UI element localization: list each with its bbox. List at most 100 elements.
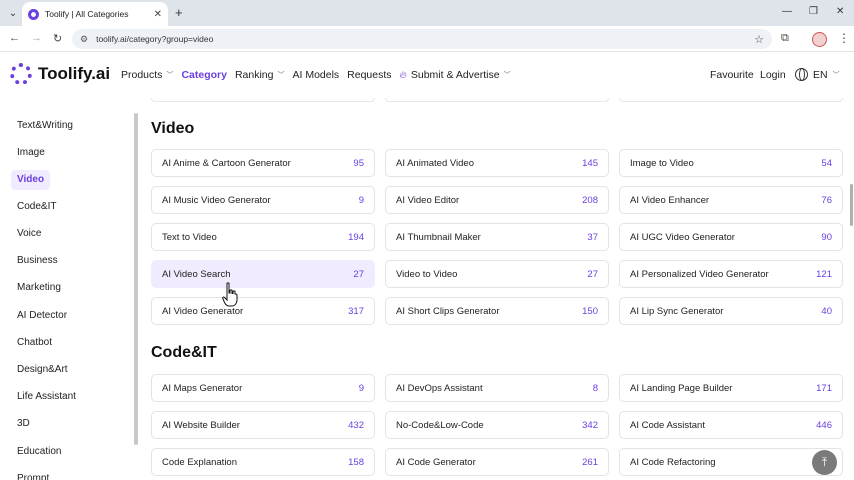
address-bar[interactable]: ⚙ toolify.ai/category?group=video ☆ xyxy=(72,29,772,49)
nav-category[interactable]: Category xyxy=(181,69,227,81)
forward-icon[interactable]: → xyxy=(31,32,42,44)
category-card[interactable]: AI DevOps Assistant 8 xyxy=(385,374,609,402)
previous-card-edge xyxy=(619,98,843,102)
chevron-down-icon: ﹀ xyxy=(166,72,174,79)
category-card[interactable]: AI Website Builder 432 xyxy=(151,411,375,439)
card-label: Image to Video xyxy=(630,157,694,169)
category-sidebar: Text&Writing Image Video Code&IT Voice B… xyxy=(0,98,140,480)
back-to-top-button[interactable]: ⤒ xyxy=(812,450,837,475)
chevron-down-icon: ﹀ xyxy=(503,72,511,79)
toolify-logo-icon[interactable] xyxy=(10,63,32,85)
category-card[interactable]: AI Thumbnail Maker 37 xyxy=(385,223,609,251)
category-card[interactable]: Text to Video 194 xyxy=(151,223,375,251)
nav-submit-advertise[interactable]: 🔥︎ Submit & Advertise ﹀ xyxy=(400,69,511,81)
language-selector[interactable]: EN ﹀ xyxy=(795,68,840,81)
card-count: 8 xyxy=(592,382,598,394)
language-label: EN xyxy=(813,68,828,81)
chevron-down-icon: ﹀ xyxy=(277,72,285,79)
nav-ranking[interactable]: Ranking ﹀ xyxy=(235,69,285,81)
restore-icon[interactable]: ❐ xyxy=(809,6,818,17)
toolify-favicon-icon xyxy=(28,8,39,20)
category-card[interactable]: AI Video Enhancer 76 xyxy=(619,186,843,214)
profile-avatar-icon[interactable] xyxy=(812,32,827,47)
category-card[interactable]: Video to Video 27 xyxy=(385,260,609,288)
section-title-code-it: Code&IT xyxy=(151,344,217,361)
category-card[interactable]: AI Video Editor 208 xyxy=(385,186,609,214)
sidebar-item-education[interactable]: Education xyxy=(11,442,67,462)
sidebar-item-life-assistant[interactable]: Life Assistant xyxy=(11,387,82,407)
card-label: AI DevOps Assistant xyxy=(396,382,483,394)
login-link[interactable]: Login xyxy=(760,69,786,81)
category-card[interactable]: AI Landing Page Builder 171 xyxy=(619,374,843,402)
site-header: Toolify.ai Products ﹀ Category Ranking ﹀ A… xyxy=(0,52,854,98)
category-card[interactable]: AI Code Generator 261 xyxy=(385,448,609,476)
category-card[interactable]: Image to Video 54 xyxy=(619,149,843,177)
category-card[interactable]: AI Anime & Cartoon Generator 95 xyxy=(151,149,375,177)
sidebar-item-ai-detector[interactable]: AI Detector xyxy=(11,306,73,326)
category-card[interactable]: Code Explanation 158 xyxy=(151,448,375,476)
sidebar-item-chatbot[interactable]: Chatbot xyxy=(11,333,58,353)
card-count: 9 xyxy=(358,194,364,206)
browser-tab[interactable]: Toolify | All Categories ✕ xyxy=(22,2,168,26)
favourite-link[interactable]: Favourite xyxy=(710,69,754,81)
sidebar-item-design-art[interactable]: Design&Art xyxy=(11,360,74,380)
category-card[interactable]: AI Music Video Generator 9 xyxy=(151,186,375,214)
card-label: AI Thumbnail Maker xyxy=(396,231,481,243)
category-card[interactable]: AI UGC Video Generator 90 xyxy=(619,223,843,251)
tab-search-icon[interactable]: ⌄ xyxy=(4,4,22,22)
previous-card-edge xyxy=(151,98,375,102)
card-label: AI Video Editor xyxy=(396,194,460,206)
page-scrollbar[interactable] xyxy=(850,184,853,226)
card-label: AI Personalized Video Generator xyxy=(630,268,769,280)
nav-requests[interactable]: Requests xyxy=(347,69,391,81)
category-card[interactable]: AI Lip Sync Generator 40 xyxy=(619,297,843,325)
category-card[interactable]: AI Maps Generator 9 xyxy=(151,374,375,402)
nav-ai-models[interactable]: AI Models xyxy=(292,69,339,81)
sidebar-item-business[interactable]: Business xyxy=(11,251,64,271)
section-title-video: Video xyxy=(151,120,195,137)
card-count: 9 xyxy=(358,382,364,394)
sidebar-item-prompt[interactable]: Prompt xyxy=(11,469,55,480)
sidebar-item-text-writing[interactable]: Text&Writing xyxy=(11,116,79,136)
category-card[interactable]: AI Personalized Video Generator 121 xyxy=(619,260,843,288)
card-label: AI Website Builder xyxy=(162,419,240,431)
card-count: 40 xyxy=(821,305,832,317)
flame-icon: 🔥︎ xyxy=(399,69,407,81)
url-text[interactable]: toolify.ai/category?group=video xyxy=(96,34,754,44)
sidebar-item-voice[interactable]: Voice xyxy=(11,224,47,244)
browser-menu-icon[interactable]: ⋮ xyxy=(838,31,850,45)
nav-products[interactable]: Products ﹀ xyxy=(121,69,173,81)
category-card[interactable]: AI Video Generator 317 xyxy=(151,297,375,325)
extensions-icon[interactable]: ⧉ xyxy=(781,32,789,45)
card-count: 95 xyxy=(353,157,364,169)
site-info-icon[interactable]: ⚙ xyxy=(80,34,88,45)
back-icon[interactable]: ← xyxy=(9,32,20,44)
sidebar-item-image[interactable]: Image xyxy=(11,143,51,163)
card-label: AI Landing Page Builder xyxy=(630,382,733,394)
bookmark-star-icon[interactable]: ☆ xyxy=(754,33,764,46)
card-count: 145 xyxy=(582,157,598,169)
sidebar-item-3d[interactable]: 3D xyxy=(11,414,36,434)
new-tab-icon[interactable]: + xyxy=(175,5,183,20)
browser-tab-strip: ⌄ Toolify | All Categories ✕ + — ❐ ✕ xyxy=(0,0,854,26)
close-tab-icon[interactable]: ✕ xyxy=(154,9,162,20)
card-label: AI Video Search xyxy=(162,268,231,280)
category-card[interactable]: AI Code Assistant 446 xyxy=(619,411,843,439)
sidebar-item-code-it[interactable]: Code&IT xyxy=(11,197,62,217)
site-logo[interactable]: Toolify.ai xyxy=(38,64,110,84)
sidebar-item-marketing[interactable]: Marketing xyxy=(11,278,67,298)
card-count: 27 xyxy=(353,268,364,280)
minimize-icon[interactable]: — xyxy=(782,6,792,17)
sidebar-item-video[interactable]: Video xyxy=(11,170,51,190)
category-card[interactable]: AI Animated Video 145 xyxy=(385,149,609,177)
category-card[interactable]: AI Short Clips Generator 150 xyxy=(385,297,609,325)
reload-icon[interactable]: ↻ xyxy=(53,32,62,45)
main-nav: Products ﹀ Category Ranking ﹀ AI Models Re… xyxy=(121,69,519,81)
category-card[interactable]: No-Code&Low-Code 342 xyxy=(385,411,609,439)
card-count: 27 xyxy=(587,268,598,280)
card-count: 432 xyxy=(348,419,364,431)
sidebar-scrollbar[interactable] xyxy=(134,113,138,445)
close-window-icon[interactable]: ✕ xyxy=(836,6,844,17)
category-card-hovered[interactable]: AI Video Search 27 xyxy=(151,260,375,288)
category-card[interactable]: AI Code Refactoring xyxy=(619,448,843,476)
